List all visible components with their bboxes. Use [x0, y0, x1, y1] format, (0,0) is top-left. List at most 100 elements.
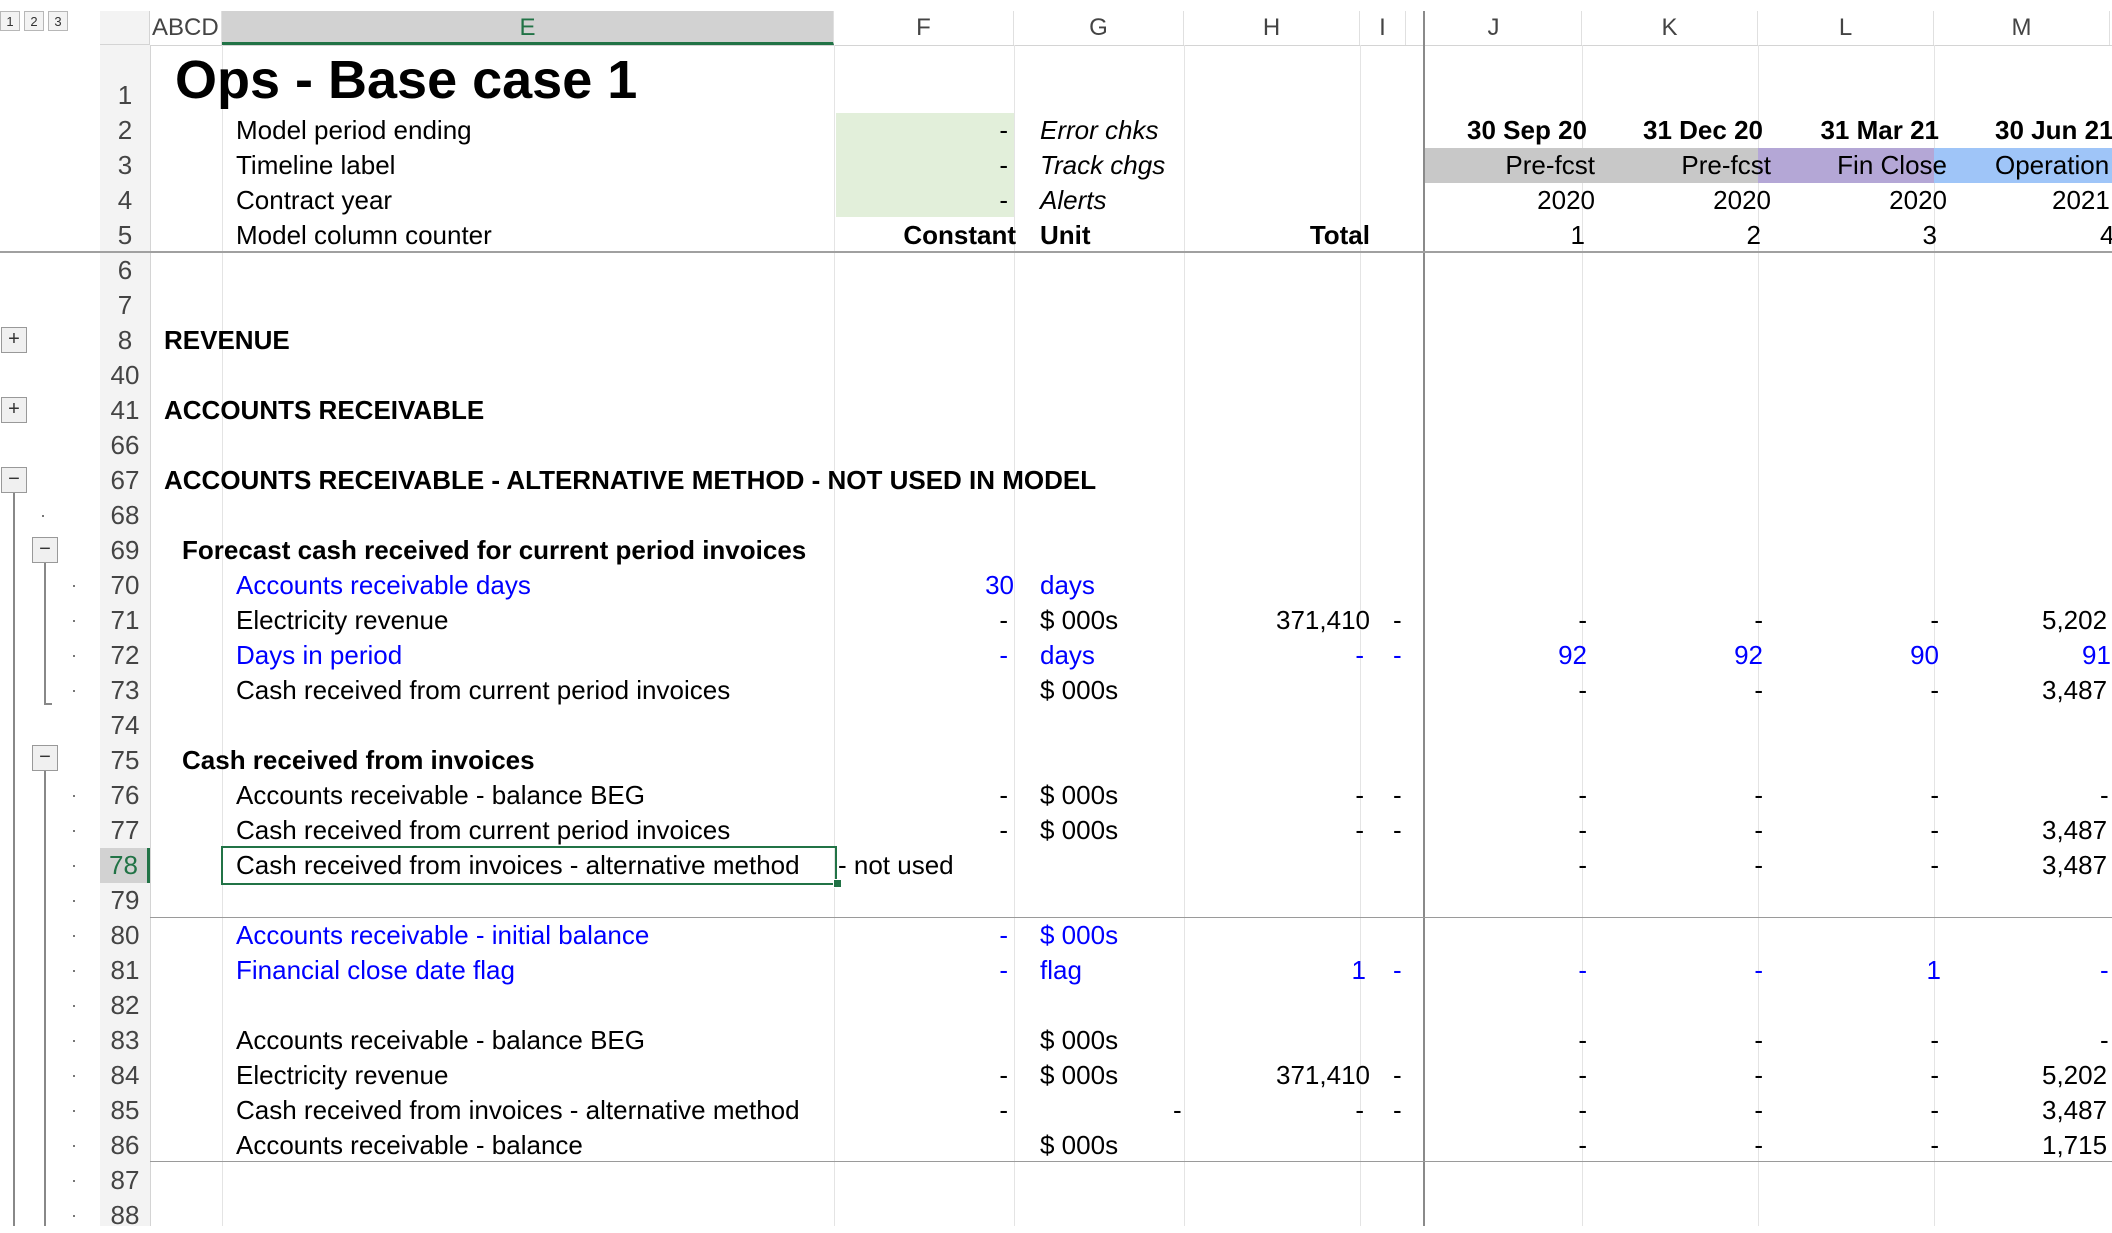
period-value[interactable]: - — [1601, 778, 1763, 813]
row-number[interactable]: 8 — [100, 323, 150, 358]
period-value[interactable]: - — [1601, 1093, 1763, 1128]
row-number[interactable]: 79 — [100, 883, 150, 918]
period-value[interactable]: - — [1601, 603, 1763, 638]
period-value[interactable]: - — [1777, 1023, 1939, 1058]
period-value[interactable]: - — [1777, 1093, 1939, 1128]
period-value[interactable]: - — [1425, 778, 1587, 813]
total-value[interactable]: - — [1184, 778, 1364, 813]
constant-value[interactable]: - — [836, 1058, 1008, 1093]
row-number[interactable]: 66 — [100, 428, 150, 463]
constant-value[interactable]: - — [836, 813, 1008, 848]
constant-value[interactable]: - — [836, 953, 1008, 988]
total-value[interactable]: 371,410 — [1184, 603, 1370, 638]
column-header-i[interactable]: I — [1360, 11, 1406, 45]
column-header-k[interactable]: K — [1582, 11, 1758, 45]
column-header-m[interactable]: M — [1934, 11, 2110, 45]
period-value[interactable]: 3,487 — [2042, 673, 2107, 708]
row-number[interactable]: 77 — [100, 813, 150, 848]
period-value[interactable]: - — [1777, 778, 1939, 813]
constant-input[interactable]: 30 — [836, 568, 1014, 603]
row-number[interactable]: 70 — [100, 568, 150, 603]
total-value[interactable]: 371,410 — [1184, 1058, 1370, 1093]
period-value[interactable]: - — [1777, 813, 1939, 848]
row-number[interactable]: 69 — [100, 533, 150, 568]
row-number-selected[interactable]: 78 — [100, 848, 150, 883]
period-value[interactable]: - — [1425, 603, 1587, 638]
cell-i[interactable]: - — [1393, 813, 1402, 848]
row-number[interactable]: 73 — [100, 673, 150, 708]
column-header-l[interactable]: L — [1758, 11, 1934, 45]
row-number[interactable]: 3 — [100, 148, 150, 183]
cell-i[interactable]: - — [1393, 953, 1402, 988]
cell-i[interactable]: - — [1393, 1093, 1402, 1128]
collapse-group-button[interactable]: − — [1, 467, 27, 493]
cell-f2[interactable]: - — [836, 113, 1008, 148]
period-value[interactable]: - — [2100, 778, 2109, 813]
column-header-j[interactable]: J — [1406, 11, 1582, 45]
constant-value[interactable]: - — [836, 918, 1008, 953]
row-number[interactable]: 76 — [100, 778, 150, 813]
period-value[interactable]: - — [1425, 1128, 1587, 1163]
period-value[interactable]: 1,715 — [2042, 1128, 2107, 1163]
constant-value[interactable]: - — [836, 778, 1008, 813]
row-number[interactable]: 5 — [100, 218, 150, 253]
period-value[interactable]: 3,487 — [2042, 1093, 2107, 1128]
period-value[interactable]: - — [1601, 1023, 1763, 1058]
outline-level-3-button[interactable]: 3 — [48, 11, 68, 31]
column-header-f[interactable]: F — [834, 11, 1014, 45]
total-value[interactable]: - — [1184, 813, 1364, 848]
period-value[interactable]: 5,202 — [2042, 603, 2107, 638]
period-value[interactable]: 90 — [1777, 638, 1939, 673]
cell-i[interactable]: - — [1393, 778, 1402, 813]
row-number[interactable]: 87 — [100, 1163, 150, 1198]
period-value[interactable]: - — [1601, 953, 1763, 988]
row-number[interactable]: 75 — [100, 743, 150, 778]
row-number[interactable]: 68 — [100, 498, 150, 533]
row-number[interactable]: 1 — [100, 78, 150, 113]
cell-i[interactable]: - — [1393, 1058, 1402, 1093]
period-value[interactable]: - — [1425, 1093, 1587, 1128]
constant-value[interactable]: - — [836, 638, 1008, 673]
row-number[interactable]: 82 — [100, 988, 150, 1023]
row-number[interactable]: 84 — [100, 1058, 150, 1093]
total-value[interactable]: - — [1184, 638, 1364, 673]
row-number[interactable]: 80 — [100, 918, 150, 953]
period-value[interactable]: - — [1777, 673, 1939, 708]
row-number[interactable]: 6 — [100, 253, 150, 288]
column-header-h[interactable]: H — [1184, 11, 1360, 45]
total-value[interactable]: - — [1184, 1093, 1364, 1128]
period-value[interactable]: - — [2100, 1023, 2109, 1058]
row-number[interactable]: 85 — [100, 1093, 150, 1128]
period-value[interactable]: - — [1425, 848, 1587, 883]
row-number[interactable]: 4 — [100, 183, 150, 218]
period-value[interactable]: - — [1425, 813, 1587, 848]
period-value[interactable]: - — [1425, 673, 1587, 708]
period-value[interactable]: - — [1425, 1023, 1587, 1058]
row-number[interactable]: 71 — [100, 603, 150, 638]
period-value[interactable]: 3,487 — [2042, 848, 2107, 883]
outline-level-2-button[interactable]: 2 — [24, 11, 44, 31]
period-value[interactable]: 92 — [1601, 638, 1763, 673]
cell-f4[interactable]: - — [836, 183, 1008, 218]
collapse-group-button[interactable]: − — [32, 537, 58, 563]
unit-overflow-value[interactable]: - — [1173, 1093, 1182, 1128]
period-value[interactable]: 91 — [2082, 638, 2111, 673]
constant-value[interactable]: - — [836, 603, 1008, 638]
outline-level-1-button[interactable]: 1 — [0, 11, 20, 31]
row-number[interactable]: 81 — [100, 953, 150, 988]
period-value[interactable]: 5,202 — [2042, 1058, 2107, 1093]
row-number[interactable]: 7 — [100, 288, 150, 323]
column-header-g[interactable]: G — [1014, 11, 1184, 45]
row-number[interactable]: 40 — [100, 358, 150, 393]
constant-value[interactable]: - — [836, 1093, 1008, 1128]
period-value[interactable]: - — [1777, 1058, 1939, 1093]
row-number[interactable]: 83 — [100, 1023, 150, 1058]
collapse-group-button[interactable]: − — [32, 745, 58, 771]
period-value[interactable]: - — [1777, 603, 1939, 638]
period-value[interactable]: 3,487 — [2042, 813, 2107, 848]
column-header-abcd[interactable]: ABCD — [150, 11, 222, 45]
period-value[interactable]: - — [1777, 848, 1939, 883]
select-all-corner[interactable] — [100, 11, 150, 45]
period-value[interactable]: - — [1425, 953, 1587, 988]
cell-f3[interactable]: - — [836, 148, 1008, 183]
